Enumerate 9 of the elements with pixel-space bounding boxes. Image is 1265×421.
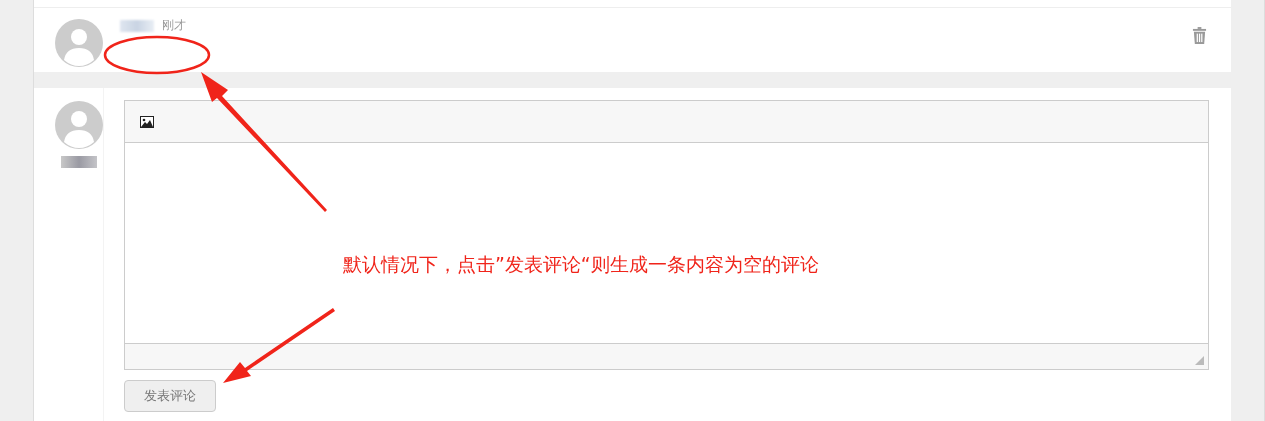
resize-handle-icon[interactable] xyxy=(1195,356,1204,365)
blurred-name xyxy=(60,156,97,168)
avatar-icon xyxy=(54,18,104,68)
image-icon[interactable] xyxy=(140,115,154,128)
annotation-text: 默认情况下，点击”发表评论“则生成一条内容为空的评论 xyxy=(343,252,819,277)
submit-button[interactable]: 发表评论 xyxy=(124,380,216,412)
trash-icon[interactable] xyxy=(1192,27,1207,44)
blurred-name xyxy=(120,19,154,32)
comment-time: 刚才 xyxy=(162,17,186,34)
